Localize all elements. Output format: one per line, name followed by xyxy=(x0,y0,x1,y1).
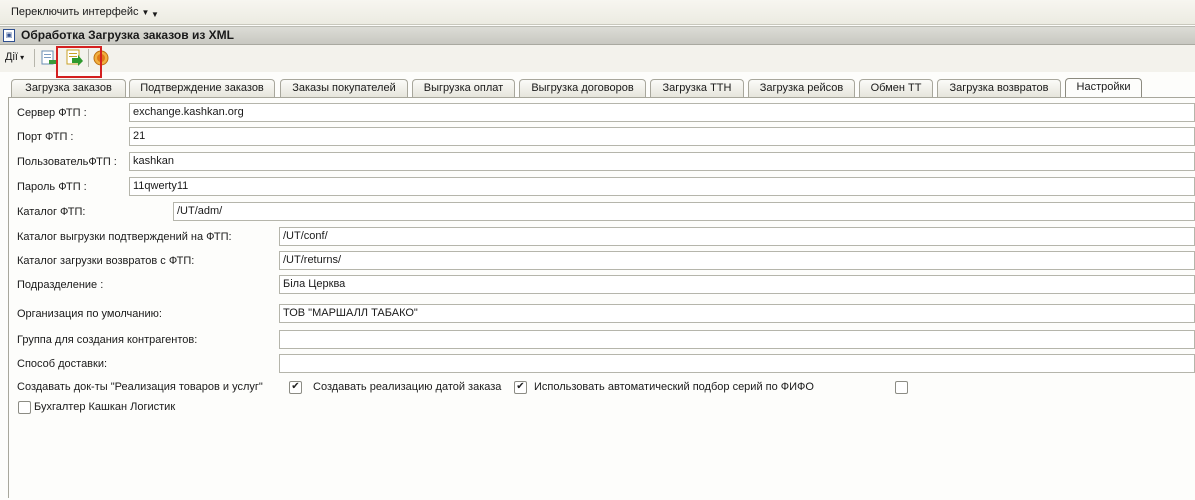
chevron-down-icon[interactable]: ▼ xyxy=(151,10,159,19)
top-menu-bar: Переключить интерфейс ▼ ▼ xyxy=(0,0,1195,25)
ftp-password-field[interactable]: 11qwerty11 xyxy=(129,177,1195,196)
fifo-series-label: Использовать автоматический подбор серий… xyxy=(534,381,814,393)
window-icon: ▣ xyxy=(3,29,15,42)
ftp-catalog-label: Каталог ФТП: xyxy=(17,206,86,218)
actions-label: Дії xyxy=(5,51,18,63)
checkmark-icon: ✔ xyxy=(516,381,525,392)
dropdown-arrow-icon: ▼ xyxy=(141,8,150,17)
accountant-checkbox[interactable] xyxy=(18,401,31,414)
confirm-catalog-field[interactable]: /UT/conf/ xyxy=(279,227,1195,246)
returns-catalog-field[interactable]: /UT/returns/ xyxy=(279,251,1195,270)
tab-bar: Загрузка заказов Подтверждение заказов З… xyxy=(0,78,1195,98)
ftp-user-label: ПользовательФТП : xyxy=(17,156,117,168)
delivery-method-label: Способ доставки: xyxy=(17,358,108,370)
department-field[interactable]: Біла Церква xyxy=(279,275,1195,294)
toolbar-separator xyxy=(34,49,35,67)
tab-customer-orders[interactable]: Заказы покупателей xyxy=(280,79,408,97)
ftp-port-field[interactable]: 21 xyxy=(129,127,1195,146)
tab-payments-export[interactable]: Выгрузка оплат xyxy=(412,79,515,97)
annotation-highlight-box xyxy=(56,46,102,78)
tab-settings[interactable]: Настройки xyxy=(1065,78,1142,98)
tab-trips-import[interactable]: Загрузка рейсов xyxy=(748,79,855,97)
window-title-bar: ▣ Обработка Загрузка заказов из XML xyxy=(0,26,1195,45)
counterparty-group-label: Группа для создания контрагентов: xyxy=(17,334,198,346)
switch-interface-menu[interactable]: Переключить интерфейс ▼ xyxy=(11,6,149,18)
create-by-order-date-checkbox[interactable]: ✔ xyxy=(514,381,527,394)
delivery-method-field[interactable] xyxy=(279,354,1195,373)
tab-contracts-export[interactable]: Выгрузка договоров xyxy=(519,79,646,97)
create-by-order-date-label: Создавать реализацию датой заказа xyxy=(313,381,502,393)
fifo-series-checkbox[interactable] xyxy=(895,381,908,394)
tab-ttn-import[interactable]: Загрузка ТТН xyxy=(650,79,744,97)
default-org-field[interactable]: ТОВ "МАРШАЛЛ ТАБАКО" xyxy=(279,304,1195,323)
checkmark-icon: ✔ xyxy=(291,381,300,392)
ftp-server-field[interactable]: exchange.kashkan.org xyxy=(129,103,1195,122)
tab-returns-import[interactable]: Загрузка возвратов xyxy=(937,79,1061,97)
default-org-label: Организация по умолчанию: xyxy=(17,308,162,320)
ftp-catalog-field[interactable]: /UT/adm/ xyxy=(173,202,1195,221)
tab-orders-import[interactable]: Загрузка заказов xyxy=(11,79,126,97)
counterparty-group-field[interactable] xyxy=(279,330,1195,349)
ftp-server-label: Сервер ФТП : xyxy=(17,107,87,119)
window-title: Обработка Загрузка заказов из XML xyxy=(21,28,234,42)
create-docs-checkbox[interactable]: ✔ xyxy=(289,381,302,394)
returns-catalog-label: Каталог загрузки возвратов с ФТП: xyxy=(17,255,195,267)
toolbar: Дії ▾ xyxy=(0,45,1195,72)
ftp-password-label: Пароль ФТП : xyxy=(17,181,87,193)
ftp-port-label: Порт ФТП : xyxy=(17,131,74,143)
switch-interface-label: Переключить интерфейс xyxy=(11,6,139,18)
department-label: Подразделение : xyxy=(17,279,104,291)
tab-order-confirmation[interactable]: Подтверждение заказов xyxy=(129,79,275,97)
actions-menu[interactable]: Дії ▾ xyxy=(5,51,24,63)
ftp-user-field[interactable]: kashkan xyxy=(129,152,1195,171)
tab-tt-exchange[interactable]: Обмен ТТ xyxy=(859,79,933,97)
accountant-label: Бухгалтер Кашкан Логистик xyxy=(34,401,176,413)
confirm-catalog-label: Каталог выгрузки подтверждений на ФТП: xyxy=(17,231,232,243)
create-docs-label: Создавать док-ты "Реализация товаров и у… xyxy=(17,381,263,393)
